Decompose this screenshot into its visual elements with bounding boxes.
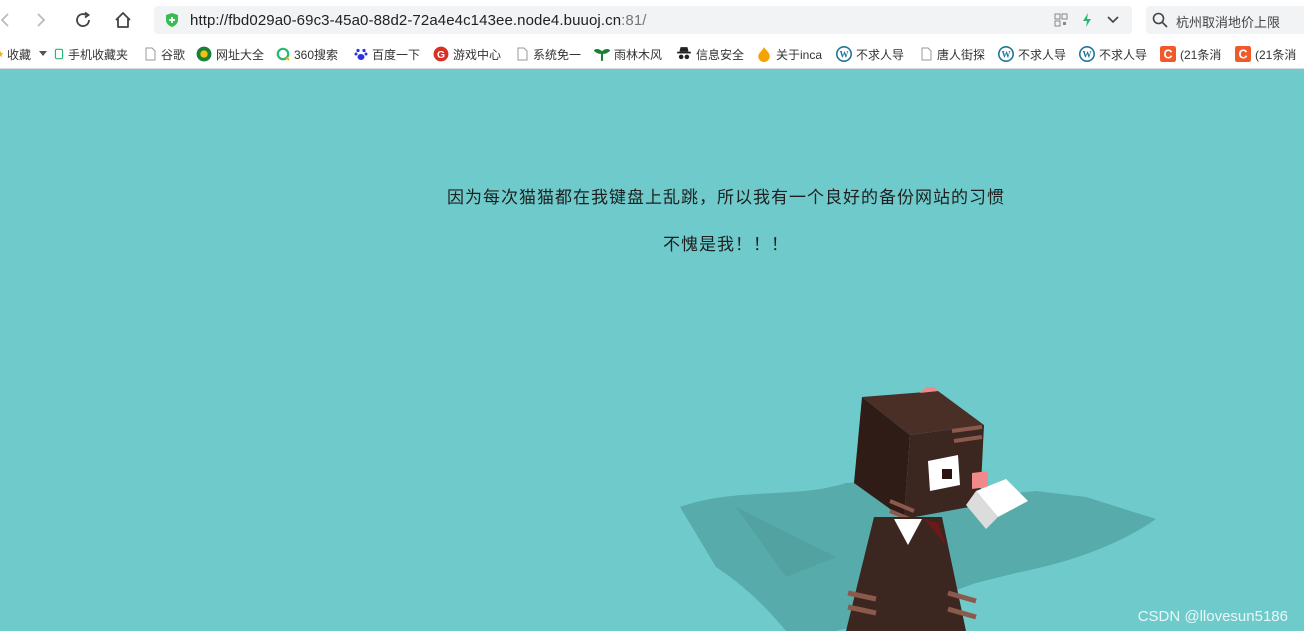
bookmark-item[interactable]: 手机收藏夹 [54,45,128,63]
bookmark-item[interactable]: G 游戏中心 [433,45,501,63]
bookmark-label: 雨林木风 [614,47,663,62]
csdn-icon: C [1160,46,1176,62]
bookmark-item[interactable]: 谷歌 [143,45,185,63]
bookmark-item[interactable]: 信息安全 [676,45,744,63]
page-icon [921,47,932,61]
globe-icon [196,46,212,62]
bookmark-label: 不求人导 [1099,47,1148,62]
bookmark-label: 关于inca [776,47,823,62]
caret-down-icon [39,51,48,56]
wordpress-icon: W [998,46,1014,62]
bookmark-label: 360搜索 [294,47,339,62]
url-host: http://fbd029a0-69c3-45a0-88d2-72a4e4c14… [190,12,622,29]
wordpress-icon: W [1079,46,1095,62]
bookmark-label: 谷歌 [161,47,186,62]
bookmark-label: 信息安全 [696,47,745,62]
bookmark-item[interactable]: 唐人街探 [919,45,985,63]
shield-icon [166,13,178,27]
bookmark-label: 网址大全 [216,47,265,62]
page-icon [145,47,156,61]
bookmark-label: 游戏中心 [453,47,502,62]
forward-button[interactable] [28,7,54,33]
search360-icon [276,47,290,61]
chevron-down-icon[interactable] [1106,14,1120,26]
search-text: 杭州取消地价上限 [1176,15,1281,30]
lightning-icon[interactable] [1080,12,1094,28]
bookmark-label: 百度一下 [372,47,421,62]
bookmark-item[interactable]: W 不求人导 [998,45,1066,63]
back-button[interactable] [0,7,18,33]
url-text: http://fbd029a0-69c3-45a0-88d2-72a4e4c14… [190,12,647,29]
address-bar[interactable]: http://fbd029a0-69c3-45a0-88d2-72a4e4c14… [154,6,1132,34]
bookmark-item[interactable]: 收藏 [0,45,48,63]
url-port-path: :81/ [621,12,647,29]
baidu-paw-icon [354,48,368,60]
home-icon [115,12,131,28]
bookmark-item[interactable]: 360搜索 [276,45,338,63]
csdn-watermark: CSDN @llovesun5186 [1137,608,1288,625]
search-box[interactable]: 杭州取消地价上限 [1146,6,1304,34]
page-content: 因为每次猫猫都在我键盘上乱跳，所以我有一个良好的备份网站的习惯 不愧是我！！！ [0,69,1304,631]
star-icon [0,50,4,58]
svg-text:W: W [1001,49,1010,59]
bookmark-label: (21条消 [1180,47,1222,62]
bookmark-label: 不求人导 [856,47,905,62]
bookmark-item[interactable]: 百度一下 [354,45,420,63]
svg-text:W: W [839,49,848,59]
svg-text:C: C [1163,48,1172,62]
bookmark-label: 系统免一 [533,47,582,62]
spy-icon [677,47,691,60]
bookmark-label: 不求人导 [1018,47,1067,62]
page-icon [517,47,528,61]
chevron-left-icon [0,13,9,27]
wordpress-icon: W [836,46,852,62]
reload-icon [76,11,91,27]
bookmark-item[interactable]: W 不求人导 [1079,45,1147,63]
chevron-right-icon [37,13,46,27]
browser-toolbar: http://fbd029a0-69c3-45a0-88d2-72a4e4c14… [0,0,1304,40]
search-icon [1152,12,1168,28]
reload-button[interactable] [70,7,96,33]
qr-code-icon[interactable] [1054,13,1068,27]
phone-icon [54,48,64,60]
csdn-icon: C [1235,46,1251,62]
svg-text:W: W [1082,49,1091,59]
bookmark-label: 收藏 [7,47,32,62]
bookmark-item[interactable]: W 不求人导 [836,45,904,63]
bookmark-label: 手机收藏夹 [68,47,129,62]
bookmark-label: 唐人街探 [937,47,986,62]
bookmark-label: (21条消 [1255,47,1297,62]
cat-illustration [680,387,1156,631]
bookmark-item[interactable]: C (21条消 [1160,45,1221,63]
bookmark-item[interactable]: 网址大全 [196,45,264,63]
home-button[interactable] [110,7,136,33]
bookmark-item[interactable]: C (21条消 [1235,45,1296,63]
svg-text:G: G [437,50,445,61]
bookmark-item[interactable]: 关于inca [756,45,822,63]
bookmark-item[interactable]: 系统免一 [515,45,581,63]
tree-icon [594,48,610,61]
bookmark-item[interactable]: 雨林木风 [594,45,662,63]
message-line-1: 因为每次猫猫都在我键盘上乱跳，所以我有一个良好的备份网站的习惯 [447,188,1005,208]
svg-text:C: C [1238,48,1247,62]
message-line-2: 不愧是我！！！ [663,235,789,255]
flame-icon [758,47,770,62]
bookmarks-bar: 收藏 手机收藏夹 谷歌 网址大全 360搜索 百度一下 G 游戏中心 系统免一 … [0,40,1304,69]
game-icon: G [433,46,449,62]
